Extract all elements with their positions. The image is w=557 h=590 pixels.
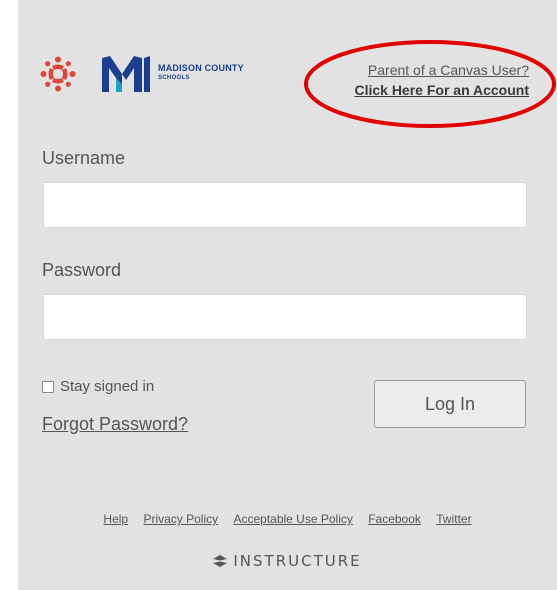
canvas-logo-icon bbox=[40, 56, 76, 92]
footer-link-help[interactable]: Help bbox=[103, 512, 128, 526]
instructure-brand[interactable]: INSTRUCTURE bbox=[18, 552, 557, 570]
login-header: MADISON COUNTY SCHOOLS Parent of a Canva… bbox=[18, 38, 557, 128]
school-logo: MADISON COUNTY SCHOOLS bbox=[100, 54, 250, 94]
parent-account-link[interactable]: Click Here For an Account bbox=[354, 80, 529, 100]
username-field-box bbox=[43, 182, 527, 228]
footer-links: Help Privacy Policy Acceptable Use Polic… bbox=[18, 512, 557, 526]
username-input[interactable] bbox=[44, 183, 526, 227]
forgot-password-link[interactable]: Forgot Password? bbox=[42, 414, 188, 435]
username-label: Username bbox=[42, 148, 126, 168]
footer-link-acceptable-use[interactable]: Acceptable Use Policy bbox=[233, 512, 352, 526]
instructure-wordmark: INSTRUCTURE bbox=[233, 552, 362, 570]
stay-signed-in[interactable]: Stay signed in bbox=[42, 378, 154, 395]
footer-link-facebook[interactable]: Facebook bbox=[368, 512, 421, 526]
instructure-icon bbox=[213, 555, 228, 567]
parent-question-link[interactable]: Parent of a Canvas User? bbox=[354, 60, 529, 80]
footer-link-twitter[interactable]: Twitter bbox=[436, 512, 471, 526]
madison-m-icon bbox=[102, 56, 150, 92]
login-panel: MADISON COUNTY SCHOOLS Parent of a Canva… bbox=[18, 0, 557, 590]
login-button[interactable]: Log In bbox=[374, 380, 526, 428]
school-name: MADISON COUNTY SCHOOLS bbox=[158, 63, 244, 82]
school-name-line1: MADISON COUNTY bbox=[158, 63, 244, 73]
password-label: Password bbox=[42, 260, 122, 280]
parent-account-links: Parent of a Canvas User? Click Here For … bbox=[354, 60, 529, 100]
password-input[interactable] bbox=[44, 295, 526, 339]
stay-signed-in-checkbox[interactable] bbox=[42, 380, 54, 393]
stay-signed-in-label: Stay signed in bbox=[60, 378, 155, 395]
password-field-box bbox=[43, 294, 527, 340]
footer-link-privacy[interactable]: Privacy Policy bbox=[143, 512, 218, 526]
school-name-line2: SCHOOLS bbox=[158, 75, 190, 81]
